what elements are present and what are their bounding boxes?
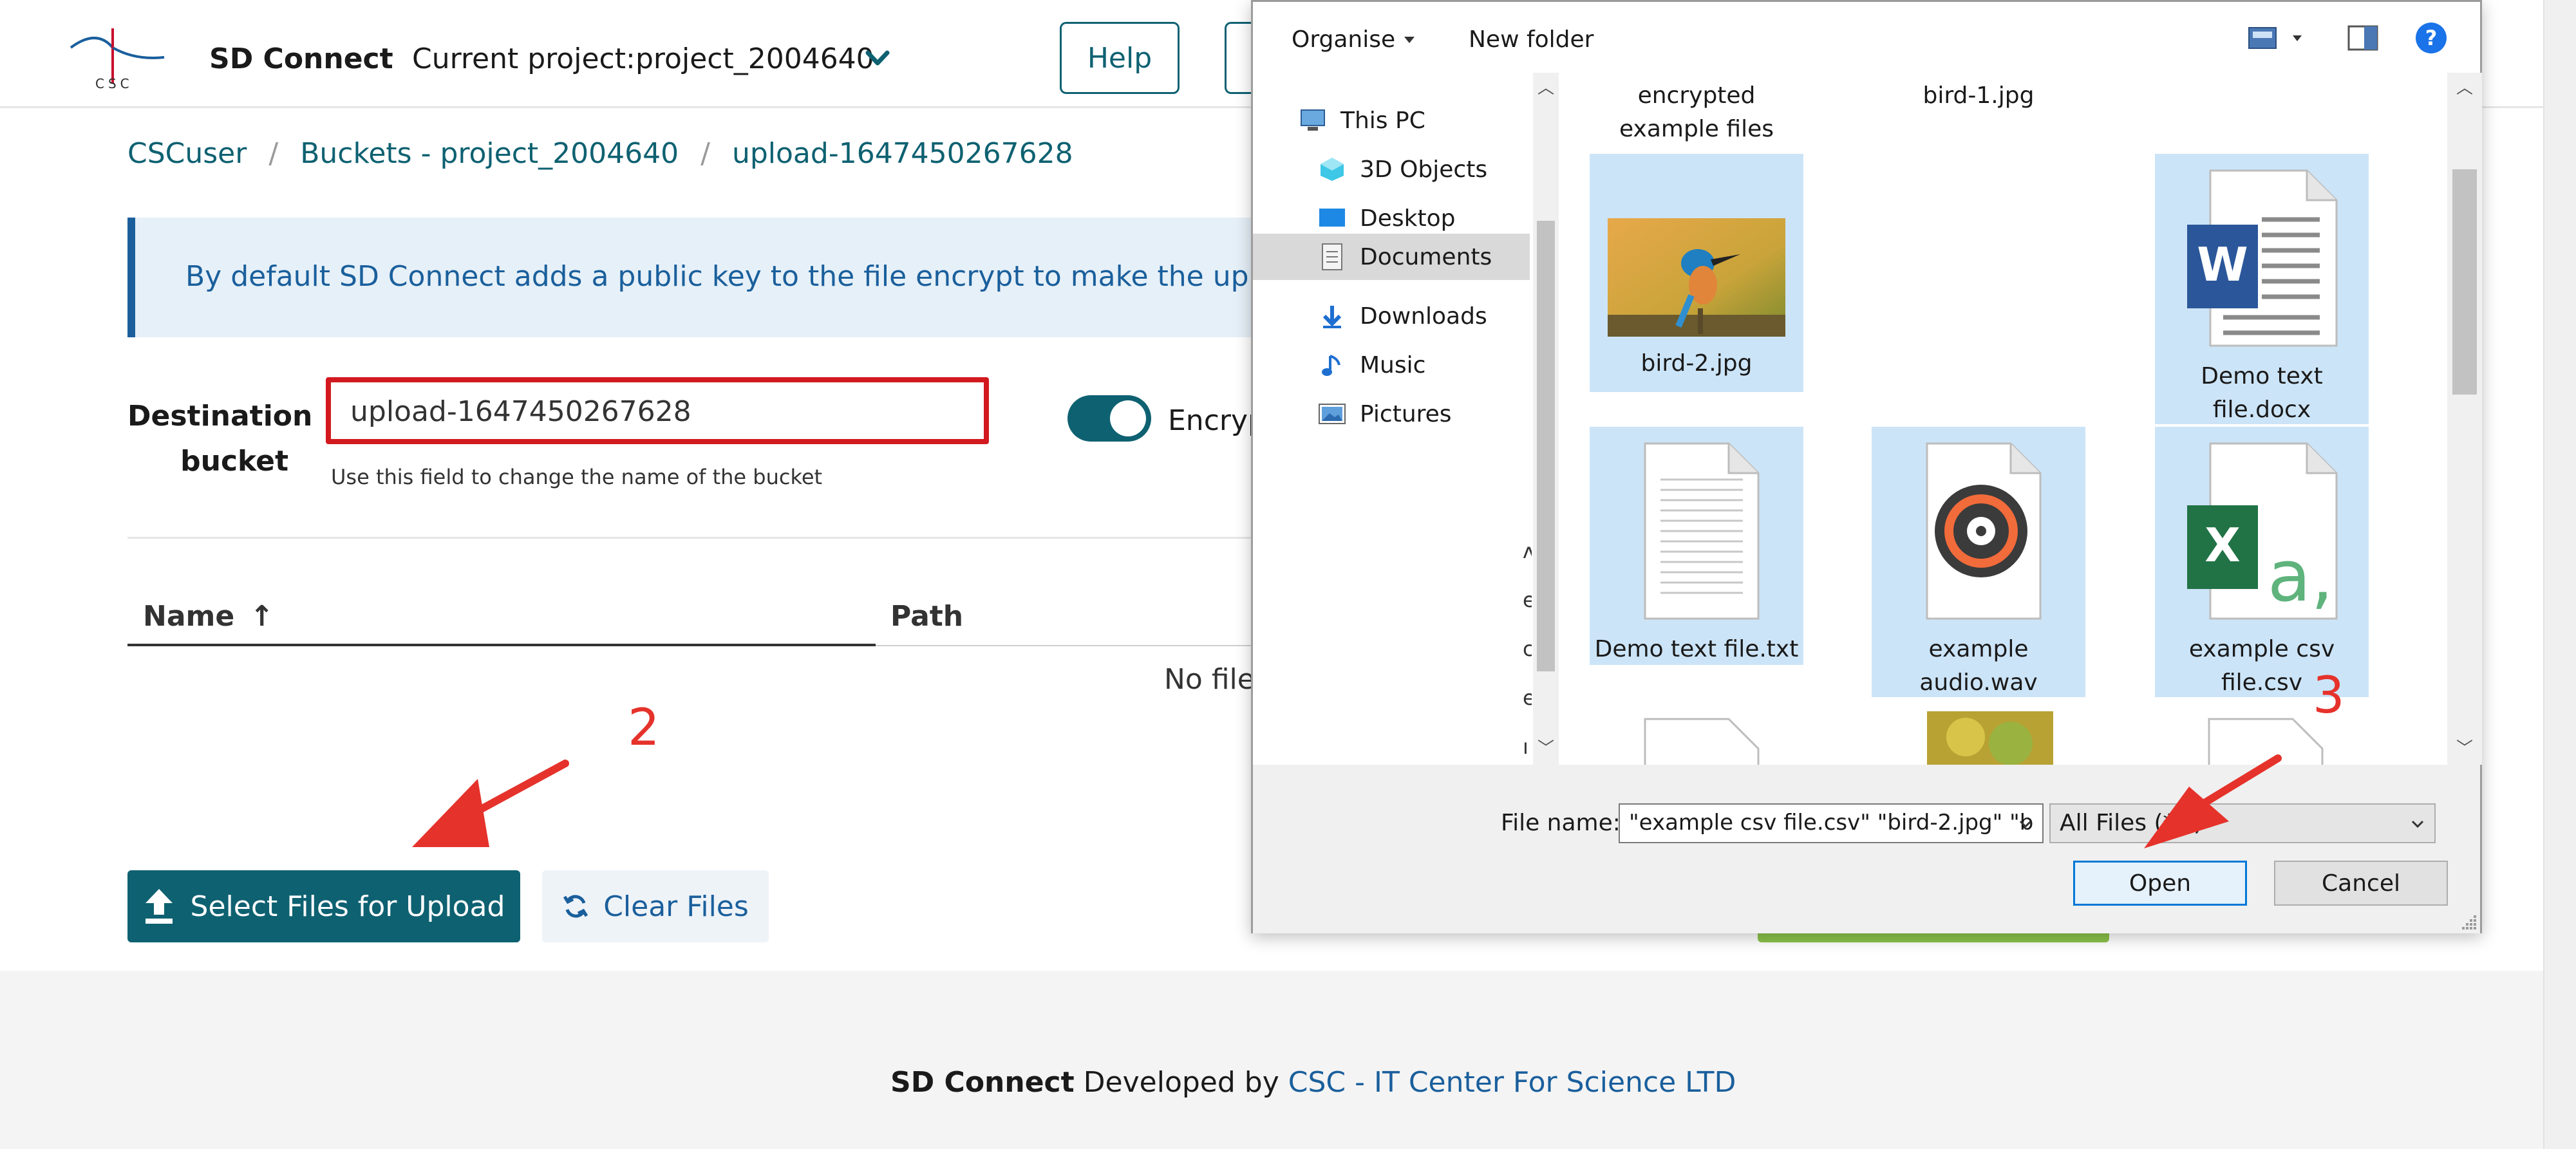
music-icon bbox=[1317, 352, 1347, 378]
cancel-button[interactable]: Cancel bbox=[2274, 861, 2448, 906]
3d-objects-icon bbox=[1317, 156, 1347, 182]
bucket-name-field-highlight bbox=[326, 377, 989, 444]
navigation-pane: This PC 3D Objects Desktop Documents Dow… bbox=[1253, 73, 1556, 765]
nav-item-this-pc[interactable]: This PC bbox=[1298, 97, 1543, 144]
breadcrumb-user[interactable]: CSCuser bbox=[127, 137, 247, 170]
footer-text: SD Connect Developed by CSC - IT Center … bbox=[890, 1066, 1736, 1099]
nav-item-3d-objects[interactable]: 3D Objects bbox=[1317, 146, 1543, 192]
file-item-demo-text-docx[interactable]: W Demo text file.docx bbox=[2155, 154, 2369, 424]
file-item-example-audio[interactable]: example audio.wav bbox=[1872, 427, 2085, 697]
nav-item-pictures[interactable]: Pictures bbox=[1317, 391, 1543, 437]
dialog-bottom-bar: File name: "example csv file.csv" "bird-… bbox=[1253, 765, 2480, 933]
image-thumbnail-icon-partial[interactable] bbox=[1927, 711, 2053, 765]
word-document-icon: W bbox=[2187, 169, 2338, 347]
dialog-toolbar: Organise New folder ? bbox=[1253, 2, 2480, 73]
file-item-demo-text-txt[interactable]: Demo text file.txt bbox=[1590, 427, 1803, 665]
file-item-example-csv[interactable]: X a, example csv file.csv bbox=[2155, 427, 2369, 697]
pc-icon bbox=[1298, 107, 1328, 133]
new-folder-button[interactable]: New folder bbox=[1469, 26, 1594, 53]
organise-menu[interactable]: Organise bbox=[1292, 26, 1415, 53]
file-type-select[interactable]: All Files (*.*) bbox=[2049, 803, 2436, 843]
scroll-up-icon[interactable]: ︿ bbox=[1533, 75, 1559, 101]
destination-bucket-label: Destination bucket bbox=[127, 400, 313, 478]
files-scrollbar[interactable]: ︿ ﹀ bbox=[2447, 73, 2482, 765]
upload-icon bbox=[145, 889, 173, 924]
divider bbox=[127, 537, 1261, 539]
refresh-icon bbox=[563, 895, 588, 918]
bucket-name-input[interactable] bbox=[350, 395, 962, 427]
scroll-thumb[interactable] bbox=[1537, 221, 1555, 671]
encrypt-toggle[interactable] bbox=[1067, 395, 1151, 442]
resize-grip-icon[interactable] bbox=[2458, 911, 2477, 931]
audio-file-icon bbox=[1926, 442, 2042, 620]
select-files-button[interactable]: Select Files for Upload bbox=[127, 870, 520, 942]
file-item-bird-1[interactable]: bird-1.jpg bbox=[1872, 73, 2085, 124]
clear-files-button[interactable]: Clear Files bbox=[542, 870, 769, 942]
chevron-down-icon bbox=[2411, 820, 2424, 828]
column-header-path[interactable]: Path bbox=[890, 600, 963, 633]
change-view-icon[interactable] bbox=[2248, 24, 2312, 52]
scroll-up-icon[interactable]: ︿ bbox=[2447, 75, 2482, 101]
file-item-bird-2[interactable]: bird-2.jpg bbox=[1590, 154, 1803, 392]
logo-text: CSC bbox=[95, 76, 133, 91]
file-name-input[interactable]: "example csv file.csv" "bird-2.jpg" "b bbox=[1619, 803, 2044, 843]
footer-brand: SD Connect bbox=[890, 1066, 1075, 1099]
empty-table-message: No file bbox=[1164, 663, 1255, 696]
documents-icon bbox=[1317, 243, 1347, 270]
page-scrollbar[interactable] bbox=[2543, 0, 2576, 1149]
annotation-arrow-2 bbox=[412, 760, 569, 847]
current-project-label: Current project: bbox=[412, 42, 635, 75]
info-banner: By default SD Connect adds a public key … bbox=[127, 218, 1254, 337]
preview-pane-icon[interactable] bbox=[2347, 24, 2378, 52]
svg-text:a,: a, bbox=[2268, 535, 2333, 617]
navigation-scrollbar[interactable]: ︿ ﹀ bbox=[1533, 73, 1559, 765]
table-header-rule bbox=[876, 645, 1262, 646]
current-project-value[interactable]: project_2004640 bbox=[635, 42, 874, 75]
file-open-dialog: Organise New folder ? This PC 3D Objects bbox=[1251, 0, 2482, 933]
bucket-name-help: Use this field to change the name of the… bbox=[331, 465, 823, 489]
nav-item-downloads[interactable]: Downloads bbox=[1317, 293, 1543, 339]
annotation-step-2: 2 bbox=[628, 699, 660, 757]
nav-item-music[interactable]: Music bbox=[1317, 342, 1543, 388]
clipped-column-text: ʌ e c e ı bbox=[1523, 539, 1532, 759]
dropdown-arrow-icon bbox=[1404, 36, 1415, 43]
scroll-down-icon[interactable]: ﹀ bbox=[1533, 736, 1559, 761]
desktop-icon bbox=[1317, 205, 1347, 231]
chevron-down-icon[interactable] bbox=[2014, 811, 2037, 837]
file-item-encrypted-example-files[interactable]: encrypted example files bbox=[1590, 73, 1803, 150]
help-button[interactable]: Help bbox=[1060, 22, 1180, 94]
footer-developed-by: Developed by bbox=[1083, 1066, 1279, 1099]
svg-text:X: X bbox=[2205, 518, 2241, 572]
dialog-help-icon[interactable]: ? bbox=[2416, 23, 2447, 53]
sort-ascending-icon: ↑ bbox=[250, 600, 274, 633]
image-thumbnail-icon bbox=[1608, 218, 1785, 337]
file-icon-partial[interactable] bbox=[1632, 716, 1761, 765]
toggle-knob bbox=[1110, 400, 1146, 436]
scroll-down-icon[interactable]: ﹀ bbox=[2447, 736, 2482, 761]
svg-text:W: W bbox=[2197, 238, 2248, 292]
column-sort-underline bbox=[127, 644, 876, 646]
column-header-name[interactable]: Name ↑ bbox=[143, 600, 274, 633]
files-pane: encrypted example files bird-1.jpg bird-… bbox=[1572, 73, 2447, 765]
page-footer: SD Connect Developed by CSC - IT Center … bbox=[0, 971, 2543, 1149]
breadcrumb-separator: / bbox=[268, 137, 279, 170]
info-banner-text: By default SD Connect adds a public key … bbox=[185, 260, 1254, 293]
app-name[interactable]: SD Connect bbox=[209, 42, 393, 75]
breadcrumb: CSCuser / Buckets - project_2004640 / up… bbox=[127, 137, 1073, 170]
annotation-step-3: 3 bbox=[2313, 667, 2345, 725]
nav-item-documents[interactable]: Documents bbox=[1253, 234, 1530, 280]
pictures-icon bbox=[1317, 401, 1347, 427]
text-file-icon bbox=[1644, 442, 1760, 620]
file-icon-partial[interactable] bbox=[2196, 716, 2325, 765]
breadcrumb-current-bucket[interactable]: upload-1647450267628 bbox=[732, 137, 1073, 170]
file-name-label: File name: bbox=[1501, 810, 1621, 836]
open-button[interactable]: Open bbox=[2073, 861, 2247, 906]
breadcrumb-separator: / bbox=[700, 137, 710, 170]
excel-csv-icon: X a, bbox=[2187, 442, 2338, 620]
downloads-icon bbox=[1317, 303, 1347, 329]
breadcrumb-buckets[interactable]: Buckets - project_2004640 bbox=[300, 137, 679, 170]
scroll-thumb[interactable] bbox=[2452, 169, 2477, 395]
chevron-down-icon[interactable] bbox=[861, 45, 894, 71]
footer-csc-link[interactable]: CSC - IT Center For Science LTD bbox=[1288, 1066, 1736, 1099]
